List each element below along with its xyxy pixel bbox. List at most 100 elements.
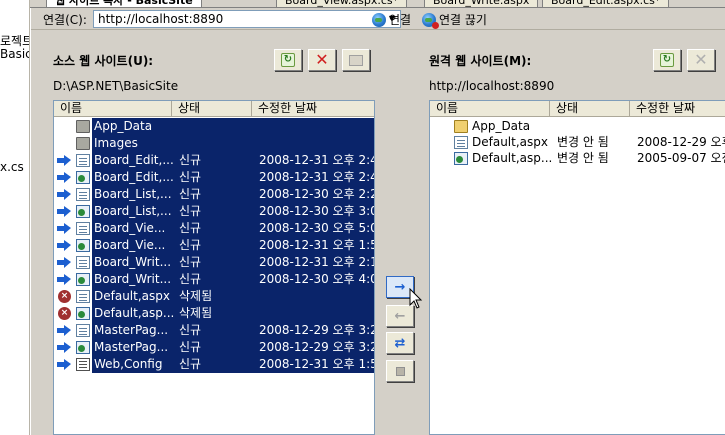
- cs-file-icon: [454, 152, 468, 165]
- file-status: 변경 안 됨: [557, 151, 609, 165]
- table-row[interactable]: Board_Writ... 신규 2008-12-30 오후 4:07: [54, 271, 374, 288]
- file-name: Default,asp...: [472, 151, 552, 165]
- remote-file-list[interactable]: 이름 상태 수정한 날짜 App_Data Default,aspx 변경 안 됨 2…: [429, 100, 725, 435]
- column-modified-date[interactable]: 수정한 날짜: [630, 101, 725, 117]
- file-status: 신규: [179, 170, 202, 184]
- remote-website-title: 원격 웹 사이트(M):: [429, 54, 532, 68]
- file-name: Board_Edit,...: [94, 170, 174, 184]
- disconnect-button[interactable]: 연결 끊기: [422, 11, 487, 29]
- aspx-file-icon: [76, 324, 90, 337]
- arrow-left-icon: ←: [394, 308, 406, 324]
- tab-board-view-cs[interactable]: Board_View.aspx.cs*: [276, 0, 408, 7]
- table-row[interactable]: Board_List,... 신규 2008-12-30 오후 2:20: [54, 186, 374, 203]
- disconnect-button-label: 연결 끊기: [439, 13, 487, 27]
- copy-website-panel: 연결(C): http://localhost:8890 ▼ 연결 연결 끊기 …: [30, 8, 725, 435]
- file-modified-date: 2008-12-31 오후 2:11: [259, 255, 375, 269]
- table-row[interactable]: Board_List,... 신규 2008-12-30 오후 3:02: [54, 203, 374, 220]
- stop-transfer-button[interactable]: [386, 360, 414, 382]
- table-row[interactable]: App_Data: [54, 118, 374, 135]
- sync-arrow-right-icon: [57, 206, 71, 217]
- source-refresh-button[interactable]: ↻: [274, 49, 302, 71]
- file-modified-date: 2008-12-30 오후 3:02: [259, 204, 375, 218]
- file-modified-date: 2008-12-29 오후: [637, 135, 725, 149]
- left-strip-item: BasicSite: [0, 47, 29, 61]
- arrow-right-icon: →: [394, 279, 406, 295]
- file-status: 신규: [179, 204, 202, 218]
- file-status: 신규: [179, 340, 202, 354]
- sync-arrow-right-icon: [57, 155, 71, 166]
- file-status: 신규: [179, 221, 202, 235]
- file-status: 신규: [179, 323, 202, 337]
- connect-button-label: 연결: [389, 13, 412, 27]
- sync-arrow-right-icon: [57, 172, 71, 183]
- column-status[interactable]: 상태: [550, 101, 630, 117]
- cs-file-icon: [76, 307, 90, 320]
- table-row[interactable]: Web,Config 신규 2008-12-31 오후 1:57: [54, 356, 374, 373]
- folder-gray-icon: [76, 120, 90, 133]
- table-row[interactable]: Board_Edit,... 신규 2008-12-31 오후 2:48: [54, 169, 374, 186]
- cs-file-icon: [76, 341, 90, 354]
- folder-gray-icon: [76, 137, 90, 150]
- file-modified-date: 2008-12-30 오후 5:02: [259, 221, 375, 235]
- tab-copy-website[interactable]: 웹 사이트 복사 - BasicSite: [46, 0, 202, 7]
- table-row[interactable]: MasterPag... 신규 2008-12-29 오후 3:25: [54, 322, 374, 339]
- table-row[interactable]: × Default,aspx 삭제됨: [54, 288, 374, 305]
- column-status[interactable]: 상태: [172, 101, 252, 117]
- delete-status-icon: ×: [58, 307, 71, 320]
- file-name: Default,aspx: [472, 135, 548, 149]
- config-file-icon: [76, 358, 90, 371]
- column-name[interactable]: 이름: [54, 101, 172, 117]
- table-row[interactable]: App_Data: [430, 118, 725, 135]
- cs-file-icon: [76, 273, 90, 286]
- file-name: Images: [94, 136, 138, 150]
- sync-arrow-right-icon: [57, 274, 71, 285]
- table-row[interactable]: Board_Vie... 신규 2008-12-31 오후 1:50: [54, 237, 374, 254]
- table-row[interactable]: Board_Edit,... 신규 2008-12-31 오후 2:49: [54, 152, 374, 169]
- file-status: 신규: [179, 255, 202, 269]
- table-row[interactable]: Default,asp... 변경 안 됨 2005-09-07 오전: [430, 150, 725, 167]
- file-modified-date: 2008-12-31 오후 1:50: [259, 238, 375, 252]
- remote-refresh-button[interactable]: ↻: [653, 49, 681, 71]
- refresh-icon: ↻: [281, 53, 295, 67]
- synchronize-button[interactable]: ⇄: [386, 332, 414, 354]
- connect-button[interactable]: 연결: [372, 11, 411, 28]
- file-name: App_Data: [472, 119, 531, 133]
- source-path: D:\ASP.NET\BasicSite: [53, 79, 179, 93]
- file-status: 신규: [179, 187, 202, 201]
- tab-board-write[interactable]: Board_Write.aspx: [424, 0, 539, 7]
- table-row[interactable]: Default,aspx 변경 안 됨 2008-12-29 오후: [430, 134, 725, 151]
- folder-icon: [454, 120, 468, 133]
- file-modified-date: 2008-12-31 오후 2:49: [259, 153, 375, 167]
- column-name[interactable]: 이름: [430, 101, 550, 117]
- file-status: 삭제됨: [179, 306, 213, 320]
- column-modified-date[interactable]: 수정한 날짜: [252, 101, 374, 117]
- sync-arrow-right-icon: [57, 240, 71, 251]
- file-name: App_Data: [94, 119, 153, 133]
- source-delete-button[interactable]: ✕: [308, 49, 336, 71]
- table-row[interactable]: Images: [54, 135, 374, 152]
- cs-file-icon: [76, 205, 90, 218]
- file-name: Board_Writ...: [94, 255, 172, 269]
- remote-path: http://localhost:8890: [429, 79, 555, 93]
- table-row[interactable]: Board_Writ... 신규 2008-12-31 오후 2:11: [54, 254, 374, 271]
- connection-toolbar: 연결(C): http://localhost:8890 ▼ 연결 연결 끊기: [31, 8, 725, 30]
- file-modified-date: 2008-12-30 오후 4:07: [259, 272, 375, 286]
- sync-arrow-right-icon: [57, 223, 71, 234]
- table-row[interactable]: MasterPag... 신규 2008-12-29 오후 3:25: [54, 339, 374, 356]
- file-name: Board_List,...: [94, 187, 172, 201]
- table-row[interactable]: Board_Vie... 신규 2008-12-30 오후 5:02: [54, 220, 374, 237]
- sync-arrow-right-icon: [57, 257, 71, 268]
- source-file-list[interactable]: 이름 상태 수정한 날짜 App_Data Images Board_Edit,..…: [53, 100, 375, 435]
- globe-connect-icon: [372, 12, 386, 27]
- remote-delete-button[interactable]: ✕: [687, 49, 715, 71]
- file-name: MasterPag...: [94, 323, 169, 337]
- solution-explorer-strip: 로젝트 BasicSite x.cs: [0, 0, 30, 435]
- source-folder-up-button[interactable]: [342, 49, 370, 71]
- connection-url-combo[interactable]: http://localhost:8890 ▼: [93, 10, 401, 28]
- file-modified-date: 2008-12-31 오후 2:48: [259, 170, 375, 184]
- file-name: Default,asp...: [94, 306, 174, 320]
- table-row[interactable]: × Default,asp... 삭제됨: [54, 305, 374, 322]
- refresh-icon: ↻: [660, 53, 674, 67]
- tab-board-edit-cs[interactable]: Board_Edit.aspx.cs*: [542, 0, 670, 7]
- sync-arrow-right-icon: [57, 189, 71, 200]
